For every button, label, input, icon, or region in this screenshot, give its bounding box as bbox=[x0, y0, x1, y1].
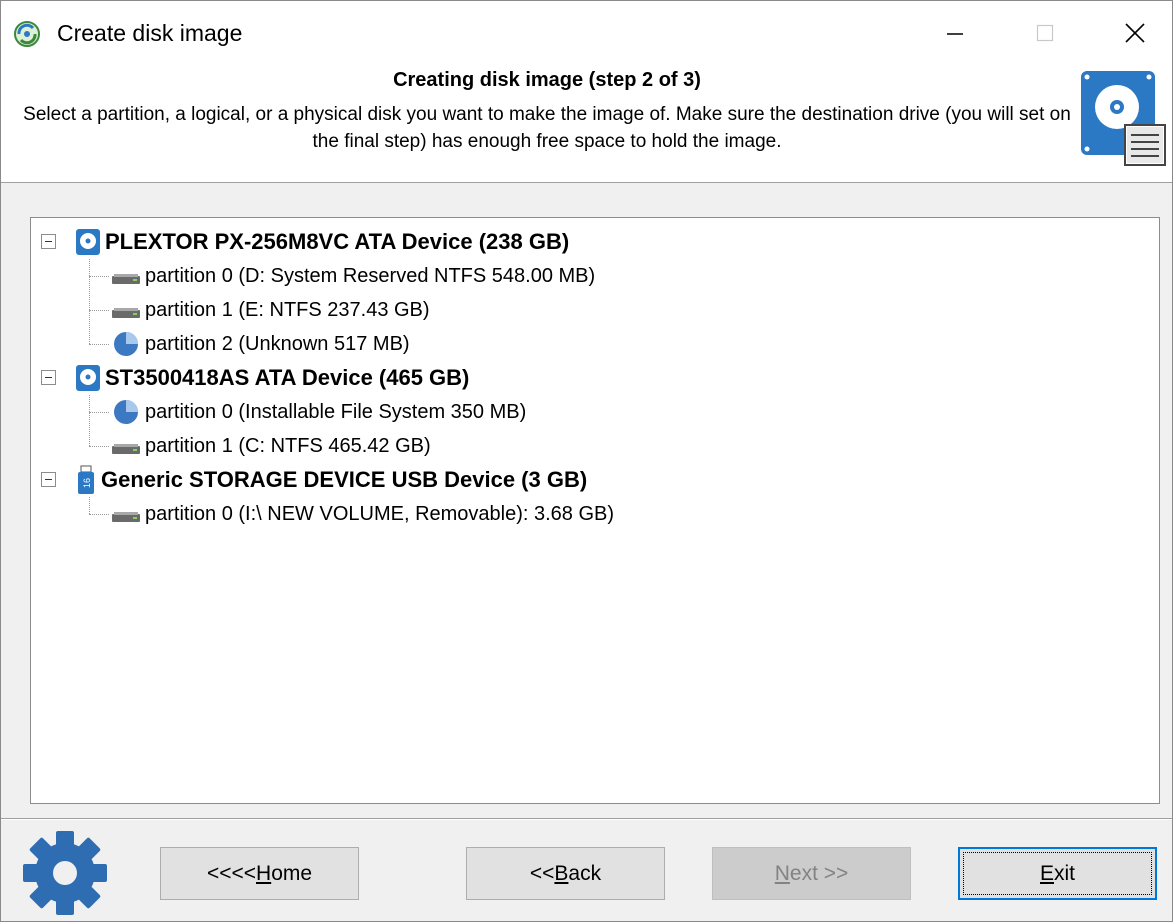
hard-disk-icon bbox=[76, 229, 100, 255]
gear-icon bbox=[23, 831, 107, 915]
close-button[interactable] bbox=[1089, 1, 1173, 65]
tree-node-disk-1[interactable]: PLEXTOR PX-256M8VC ATA Device (238 GB) bbox=[75, 226, 569, 258]
maximize-button[interactable] bbox=[999, 1, 1091, 65]
drive-icon bbox=[112, 512, 140, 522]
disk-image-app-icon bbox=[14, 21, 40, 47]
tree-node-disk-2-partition-0[interactable]: partition 0 (Installable File System 350… bbox=[111, 396, 526, 428]
wizard-header: Creating disk image (step 2 of 3) Select… bbox=[1, 65, 1172, 183]
tree-node-disk-3[interactable]: 16 Generic STORAGE DEVICE USB Device (3 … bbox=[75, 464, 587, 496]
back-button[interactable]: << Back bbox=[466, 847, 665, 900]
tree-node-disk-2[interactable]: ST3500418AS ATA Device (465 GB) bbox=[75, 362, 469, 394]
hard-disk-icon bbox=[76, 365, 100, 391]
close-icon bbox=[1125, 23, 1145, 43]
tree-node-disk-1-partition-0[interactable]: partition 0 (D: System Reserved NTFS 548… bbox=[111, 260, 595, 292]
pie-partition-icon bbox=[114, 400, 138, 424]
maximize-icon bbox=[1036, 24, 1054, 42]
window-title: Create disk image bbox=[57, 20, 243, 46]
tree-node-disk-3-partition-0[interactable]: partition 0 (I:\ NEW VOLUME, Removable):… bbox=[111, 498, 614, 530]
footer-separator bbox=[1, 818, 1172, 820]
tree-node-disk-1-partition-2[interactable]: partition 2 (Unknown 517 MB) bbox=[111, 328, 410, 360]
collapse-toggle-disk-2[interactable] bbox=[41, 370, 56, 385]
title-bar[interactable]: Create disk image bbox=[1, 1, 1172, 65]
drive-icon bbox=[112, 308, 140, 318]
usb-drive-icon: 16 bbox=[78, 465, 94, 494]
disk-image-icon bbox=[1081, 71, 1166, 166]
exit-button[interactable]: Exit bbox=[958, 847, 1157, 900]
tree-node-disk-2-partition-1[interactable]: partition 1 (C: NTFS 465.42 GB) bbox=[111, 430, 431, 462]
next-button[interactable]: Next >> bbox=[712, 847, 911, 900]
disk-tree[interactable]: PLEXTOR PX-256M8VC ATA Device (238 GB) p… bbox=[30, 217, 1160, 804]
minimize-button[interactable] bbox=[909, 1, 1001, 65]
step-title: Creating disk image (step 2 of 3) bbox=[393, 69, 701, 91]
home-button[interactable]: <<<< Home bbox=[160, 847, 359, 900]
pie-partition-icon bbox=[114, 332, 138, 356]
create-disk-image-window: Create disk image Creating disk image (s… bbox=[0, 0, 1173, 922]
tree-node-disk-1-partition-1[interactable]: partition 1 (E: NTFS 237.43 GB) bbox=[111, 294, 430, 326]
collapse-toggle-disk-3[interactable] bbox=[41, 472, 56, 487]
drive-icon bbox=[112, 274, 140, 284]
collapse-toggle-disk-1[interactable] bbox=[41, 234, 56, 249]
drive-icon bbox=[112, 444, 140, 454]
usb-capacity-text: 16 bbox=[82, 478, 92, 488]
minimize-icon bbox=[947, 33, 963, 35]
step-description: Select a partition, a logical, or a phys… bbox=[23, 104, 1071, 152]
